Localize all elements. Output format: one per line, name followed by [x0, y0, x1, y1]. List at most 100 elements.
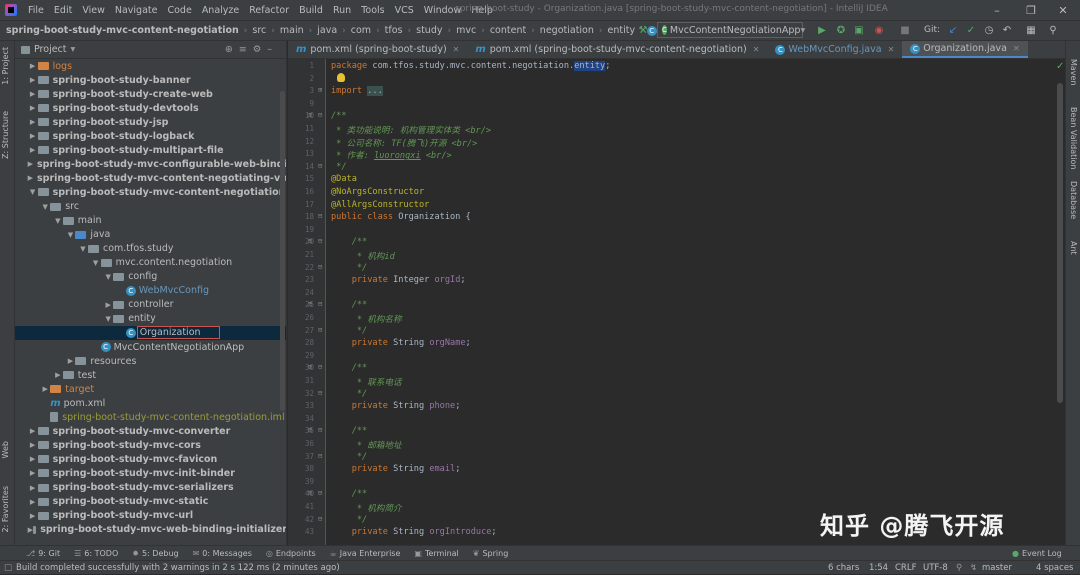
lightbulb-icon[interactable] — [337, 73, 345, 82]
tree-arrow-icon[interactable]: ▼ — [40, 203, 50, 211]
tree-item[interactable]: ▶ spring-boot-study-mvc-converter — [15, 424, 286, 438]
project-scrollbar[interactable] — [280, 91, 285, 411]
tree-arrow-icon[interactable]: ▶ — [28, 118, 38, 126]
tree-arrow-icon[interactable]: ▶ — [28, 76, 38, 84]
tree-arrow-icon[interactable]: ▼ — [103, 315, 113, 323]
debug-icon[interactable]: ✪ — [834, 23, 848, 37]
tree-item[interactable]: ▶ spring-boot-study-mvc-content-negotiati… — [15, 171, 286, 185]
project-panel-title[interactable]: Project — [34, 44, 67, 55]
tree-arrow-icon[interactable]: ▶ — [28, 455, 38, 463]
maven-tool-tab[interactable]: Maven — [1069, 59, 1078, 86]
tree-item[interactable]: ▼ java — [15, 228, 286, 242]
run-icon[interactable]: ▶ — [815, 23, 829, 37]
tree-item[interactable]: ▶ spring-boot-study-multipart-file — [15, 143, 286, 157]
fold-icon[interactable]: ⊟ — [318, 426, 322, 434]
breadcrumb-item[interactable]: src — [250, 25, 268, 36]
bottom-tab[interactable]: ☰ 6: TODO — [68, 549, 126, 558]
breadcrumb-item[interactable]: content — [488, 25, 528, 36]
project-structure-icon[interactable]: ▦ — [1024, 23, 1038, 37]
tree-arrow-icon[interactable]: ▶ — [28, 174, 33, 182]
rendered-doc-icon[interactable]: ≡ — [308, 426, 312, 434]
menu-edit[interactable]: Edit — [49, 5, 77, 16]
editor-tab[interactable]: C Organization.java ✕ — [902, 41, 1028, 58]
git-history-icon[interactable]: ◷ — [982, 23, 996, 37]
bottom-tab[interactable]: ▣ Terminal — [408, 549, 466, 558]
database-tool-tab[interactable]: Database — [1069, 181, 1078, 219]
close-window-button[interactable]: ✕ — [1046, 0, 1080, 20]
rendered-doc-icon[interactable]: ≡ — [308, 237, 312, 245]
tree-arrow-icon[interactable]: ▼ — [78, 245, 88, 253]
tree-arrow-icon[interactable]: ▶ — [28, 512, 38, 520]
tree-item[interactable]: ▼ config — [15, 270, 286, 284]
editor-scrollbar[interactable] — [1057, 83, 1063, 403]
ant-tool-tab[interactable]: Ant — [1069, 241, 1078, 255]
status-message[interactable]: Build completed successfully with 2 warn… — [16, 563, 340, 573]
tree-arrow-icon[interactable]: ▼ — [103, 273, 113, 281]
fold-icon[interactable]: ⊟ — [318, 300, 322, 308]
menu-navigate[interactable]: Navigate — [110, 5, 163, 16]
tree-item[interactable]: ▶ spring-boot-study-mvc-url — [15, 509, 286, 523]
tree-arrow-icon[interactable]: ▶ — [65, 357, 75, 365]
fold-icon[interactable]: ⊟ — [318, 212, 322, 220]
breadcrumb-item[interactable]: mvc — [454, 25, 478, 36]
inspection-ok-icon[interactable]: ✓ — [1056, 61, 1064, 72]
tree-item[interactable]: spring-boot-study-mvc-content-negotiatio… — [15, 410, 286, 424]
bottom-tab[interactable]: ☕ Java Enterprise — [324, 549, 409, 558]
minimize-button[interactable]: – — [980, 0, 1014, 20]
tree-item[interactable]: ▶ spring-boot-study-mvc-cors — [15, 438, 286, 452]
build-hammer-icon[interactable]: ⚒ — [636, 23, 650, 37]
profile-icon[interactable]: ◉ — [872, 23, 886, 37]
tree-arrow-icon[interactable]: ▶ — [28, 146, 38, 154]
menu-view[interactable]: View — [77, 5, 110, 16]
tree-item[interactable]: ▼ mvc.content.negotiation — [15, 256, 286, 270]
fold-icon[interactable]: ⊟ — [318, 489, 322, 497]
editor-tab[interactable]: m pom.xml (spring-boot-study-mvc-content-… — [467, 41, 767, 58]
tree-arrow-icon[interactable]: ▶ — [28, 90, 38, 98]
rendered-doc-icon[interactable]: ≡ — [308, 300, 312, 308]
tree-arrow-icon[interactable]: ▶ — [28, 132, 38, 140]
tree-arrow-icon[interactable]: ▶ — [28, 62, 38, 70]
tree-arrow-icon[interactable]: ▼ — [91, 259, 101, 267]
event-log-tab[interactable]: ● Event Log — [1012, 546, 1062, 560]
restore-button[interactable]: ❐ — [1014, 0, 1048, 20]
menu-analyze[interactable]: Analyze — [197, 5, 244, 16]
web-tool-tab[interactable]: Web — [1, 441, 10, 458]
line-separator[interactable]: CRLF — [895, 561, 916, 575]
tree-item[interactable]: ▶ controller — [15, 298, 286, 312]
breadcrumb-item[interactable]: study — [414, 25, 444, 36]
chevron-down-icon[interactable]: ▾ — [71, 44, 76, 55]
tree-arrow-icon[interactable]: ▶ — [103, 301, 113, 309]
menu-file[interactable]: File — [23, 5, 49, 16]
tree-arrow-icon[interactable]: ▶ — [28, 441, 38, 449]
run-configuration-select[interactable]: C MvcContentNegotiationApp ▾ — [657, 22, 805, 38]
bottom-tab[interactable]: ❦ Spring — [467, 549, 517, 558]
tree-item[interactable]: ▶ target — [15, 382, 286, 396]
rendered-doc-icon[interactable]: ≡ — [308, 489, 312, 497]
tree-item[interactable]: ▶ spring-boot-study-jsp — [15, 115, 286, 129]
tree-item[interactable]: ▶ resources — [15, 354, 286, 368]
close-tab-icon[interactable]: ✕ — [753, 45, 760, 54]
close-tab-icon[interactable]: ✕ — [1013, 44, 1020, 53]
tree-arrow-icon[interactable]: ▼ — [28, 188, 38, 196]
rendered-doc-icon[interactable]: ≡ — [308, 363, 312, 371]
fold-icon[interactable]: ⊟ — [318, 389, 322, 397]
tree-item[interactable]: ▶ spring-boot-study-mvc-favicon — [15, 452, 286, 466]
bottom-tab[interactable]: ◎ Endpoints — [260, 549, 324, 558]
tree-item[interactable]: C Organization — [15, 325, 286, 340]
favorites-tool-tab[interactable]: 2: Favorites — [1, 486, 10, 532]
tree-item[interactable]: ▶ logs — [15, 59, 286, 73]
breadcrumb-item[interactable]: tfos — [383, 25, 405, 36]
git-commit-icon[interactable]: ✓ — [964, 23, 978, 37]
fold-icon[interactable]: ⊟ — [318, 237, 322, 245]
bottom-tab[interactable]: ⎇ 9: Git — [20, 549, 68, 558]
rendered-doc-icon[interactable]: ≡ — [308, 111, 312, 119]
menu-tools[interactable]: Tools — [356, 5, 389, 16]
tree-arrow-icon[interactable]: ▶ — [28, 484, 38, 492]
tree-item[interactable]: m pom.xml — [15, 396, 286, 410]
tree-item[interactable]: ▼ src — [15, 200, 286, 214]
tree-item[interactable]: ▼ main — [15, 214, 286, 228]
search-everywhere-icon[interactable]: ⚲ — [1046, 23, 1060, 37]
git-branch[interactable]: master — [982, 561, 1012, 575]
menu-refactor[interactable]: Refactor — [244, 5, 294, 16]
tree-item[interactable]: ▶ spring-boot-study-devtools — [15, 101, 286, 115]
